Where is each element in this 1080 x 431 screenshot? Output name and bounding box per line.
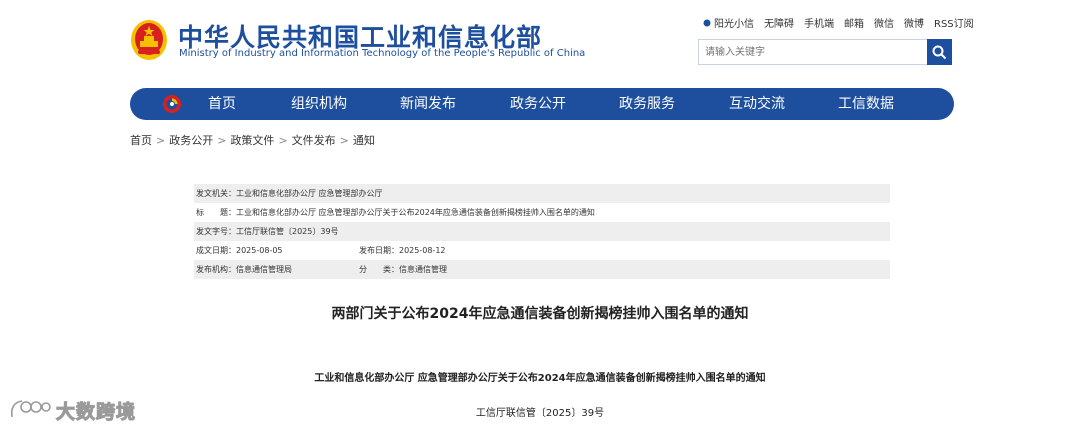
breadcrumb-separator: >	[217, 134, 227, 147]
info-cell-category: 分 类：信息通信管理	[359, 264, 447, 275]
ministry-logo-icon	[163, 95, 181, 113]
nav-item-government-affairs[interactable]: 政务公开	[510, 88, 566, 120]
watermark-logo-icon	[10, 400, 51, 418]
top-link-sunshine[interactable]: 阳光小信	[703, 15, 754, 30]
nav-item-home[interactable]: 首页	[208, 88, 236, 120]
breadcrumb-separator: >	[156, 134, 166, 147]
top-link-rss[interactable]: RSS订阅	[934, 15, 974, 30]
breadcrumb-separator: >	[339, 134, 349, 147]
info-value: 信息通信管理	[399, 265, 447, 274]
info-cell-agency: 发布机构：信息通信管理局	[196, 264, 359, 275]
info-value: 信息通信管理局	[236, 265, 292, 274]
breadcrumb-policy-files[interactable]: 政策文件	[230, 134, 274, 147]
info-label: 成文日期：	[196, 246, 236, 255]
top-link-wechat[interactable]: 微信	[874, 15, 894, 30]
info-value: 工业和信息化部办公厅 应急管理部办公厅关于公布2024年应急通信装备创新揭榜挂帅…	[236, 208, 595, 217]
info-row-title: 标 题： 工业和信息化部办公厅 应急管理部办公厅关于公布2024年应急通信装备创…	[194, 203, 890, 222]
nav-item-interaction[interactable]: 互动交流	[729, 88, 785, 120]
watermark-text: 大数跨境	[55, 400, 137, 423]
top-links: 阳光小信 无障碍 手机端 邮箱 微信 微博 RSS订阅	[703, 15, 974, 30]
info-label: 发布日期：	[359, 246, 399, 255]
nav-item-services[interactable]: 政务服务	[619, 88, 675, 120]
nav-item-organization[interactable]: 组织机构	[291, 88, 347, 120]
info-row-dates: 成文日期：2025-08-05 发布日期：2025-08-12	[194, 241, 890, 260]
site-title-english: Ministry of Industry and Information Tec…	[179, 48, 586, 59]
article-title: 两部门关于公布2024年应急通信装备创新揭榜挂帅入围名单的通知	[331, 306, 749, 322]
info-label: 分 类：	[359, 265, 399, 274]
article-subtitle: 工业和信息化部办公厅 应急管理部办公厅关于公布2024年应急通信装备创新揭榜挂帅…	[314, 373, 766, 384]
info-row-doc-number: 发文字号： 工信厅联信管〔2025〕39号	[194, 222, 890, 241]
info-label: 发布机构：	[196, 265, 236, 274]
breadcrumb-home[interactable]: 首页	[130, 134, 152, 147]
breadcrumb-file-release[interactable]: 文件发布	[292, 134, 336, 147]
info-value: 工业和信息化部办公厅 应急管理部办公厅	[236, 189, 383, 198]
top-link-weibo[interactable]: 微博	[904, 15, 924, 30]
sunshine-icon	[703, 19, 711, 26]
watermark: 大数跨境	[8, 395, 136, 425]
breadcrumb: 首页 > 政务公开 > 政策文件 > 文件发布 > 通知	[130, 132, 375, 148]
info-cell-published: 发布日期：2025-08-12	[359, 245, 446, 256]
info-label: 标 题：	[196, 208, 236, 217]
info-cell-created: 成文日期：2025-08-05	[196, 245, 359, 256]
info-value: 2025-08-12	[399, 246, 446, 255]
info-row-issuer: 发文机关： 工业和信息化部办公厅 应急管理部办公厅	[194, 184, 890, 203]
info-label: 发文字号：	[196, 227, 236, 236]
article-doc-number: 工信厅联信管〔2025〕39号	[475, 408, 605, 419]
info-value: 2025-08-05	[236, 246, 283, 255]
document-info-table: 发文机关： 工业和信息化部办公厅 应急管理部办公厅 标 题： 工业和信息化部办公…	[194, 184, 890, 279]
info-value: 工信厅联信管〔2025〕39号	[236, 227, 339, 236]
breadcrumb-government-affairs[interactable]: 政务公开	[169, 134, 213, 147]
search-box	[698, 39, 952, 65]
nav-item-data[interactable]: 工信数据	[838, 88, 894, 120]
nav-item-news[interactable]: 新闻发布	[400, 88, 456, 120]
site-header: 中华人民共和国工业和信息化部 Ministry of Industry and …	[0, 0, 1080, 80]
search-icon	[932, 45, 947, 59]
top-link-mail[interactable]: 邮箱	[844, 15, 864, 30]
national-emblem-icon	[131, 20, 167, 60]
top-link-accessibility[interactable]: 无障碍	[764, 15, 794, 30]
breadcrumb-notice[interactable]: 通知	[353, 134, 375, 147]
search-button[interactable]	[927, 39, 952, 65]
info-row-agency: 发布机构：信息通信管理局 分 类：信息通信管理	[194, 260, 890, 279]
info-label: 发文机关：	[196, 189, 236, 198]
search-input[interactable]	[698, 39, 932, 65]
breadcrumb-separator: >	[278, 134, 288, 147]
main-nav: 首页 组织机构 新闻发布 政务公开 政务服务 互动交流 工信数据	[130, 88, 954, 120]
top-link-mobile[interactable]: 手机端	[804, 15, 834, 30]
